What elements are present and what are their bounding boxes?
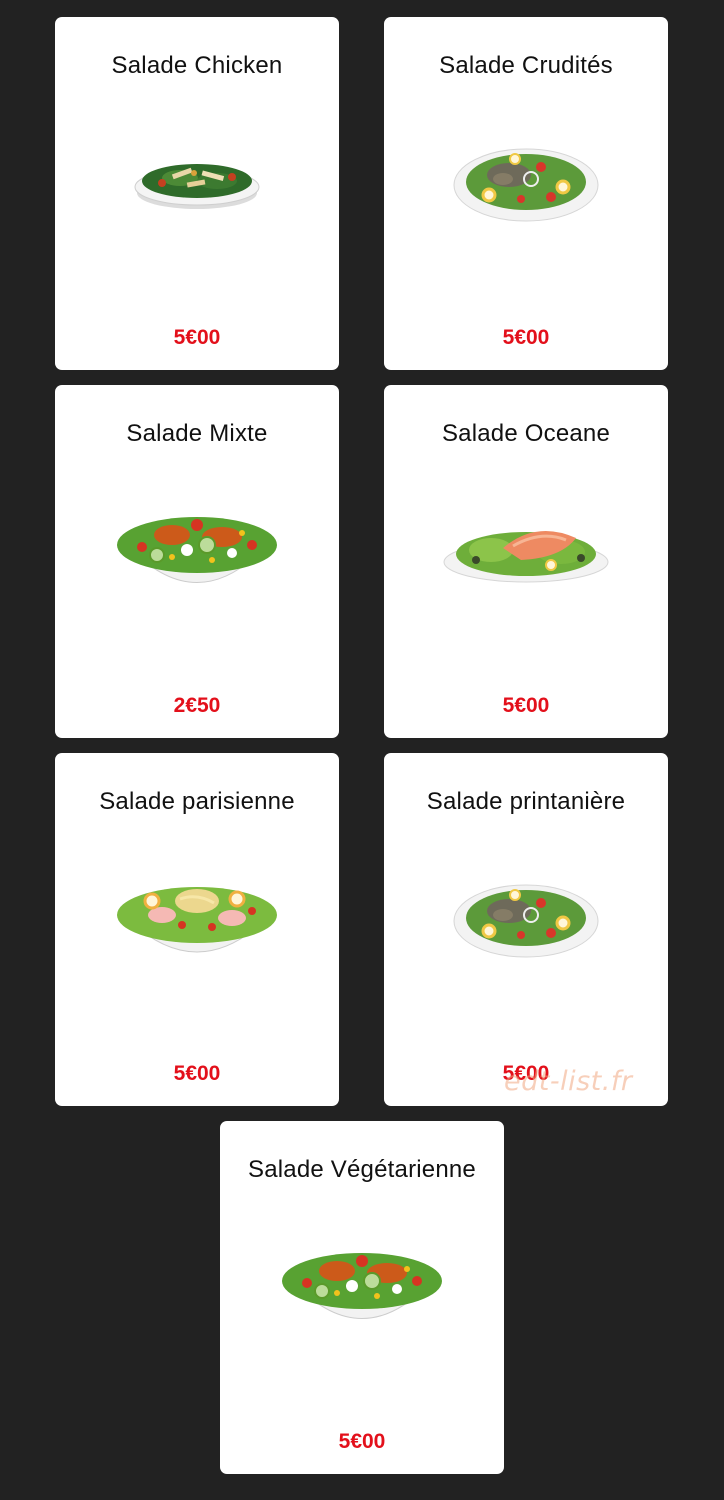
chicken-salad-bowl-icon [55, 112, 339, 252]
menu-card-salade-parisienne[interactable]: Salade parisienne 5€00 [55, 753, 339, 1106]
vegetarian-salad-bowl-icon [220, 1216, 504, 1356]
menu-item-name: Salade Chicken [111, 52, 283, 79]
mixed-salad-bowl-icon [55, 480, 339, 620]
menu-item-name: Salade Oceane [441, 420, 611, 447]
menu-card-salade-printaniere[interactable]: Salade printanière 5€00 [384, 753, 668, 1106]
menu-item-name: Salade Mixte [126, 420, 268, 447]
crudites-salad-plate-icon [384, 112, 668, 252]
menu-item-price: 5€00 [338, 1430, 386, 1453]
menu-item-price: 2€50 [173, 694, 221, 717]
spring-salad-plate-icon [384, 848, 668, 988]
menu-card-salade-mixte[interactable]: Salade Mixte 2€50 [55, 385, 339, 738]
parisian-salad-bowl-icon [55, 848, 339, 988]
menu-item-name: Salade printanière [426, 788, 626, 815]
watermark: edt-list.fr [504, 1066, 633, 1097]
menu-item-name: Salade Crudités [439, 52, 613, 79]
menu-item-name: Salade parisienne [99, 788, 295, 815]
menu-card-salade-vegetarienne[interactable]: Salade Végétarienne 5€00 [220, 1121, 504, 1474]
menu-item-price: 5€00 [173, 326, 221, 349]
menu-card-salade-crudites[interactable]: Salade Crudités 5€00 [384, 17, 668, 370]
menu-item-price: 5€00 [502, 694, 550, 717]
menu-card-salade-chicken[interactable]: Salade Chicken 5€00 [55, 17, 339, 370]
menu-card-salade-oceane[interactable]: Salade Oceane 5€00 [384, 385, 668, 738]
menu-item-name: Salade Végétarienne [248, 1156, 476, 1183]
menu-item-price: 5€00 [502, 326, 550, 349]
menu-item-price: 5€00 [173, 1062, 221, 1085]
salmon-salad-plate-icon [384, 480, 668, 620]
